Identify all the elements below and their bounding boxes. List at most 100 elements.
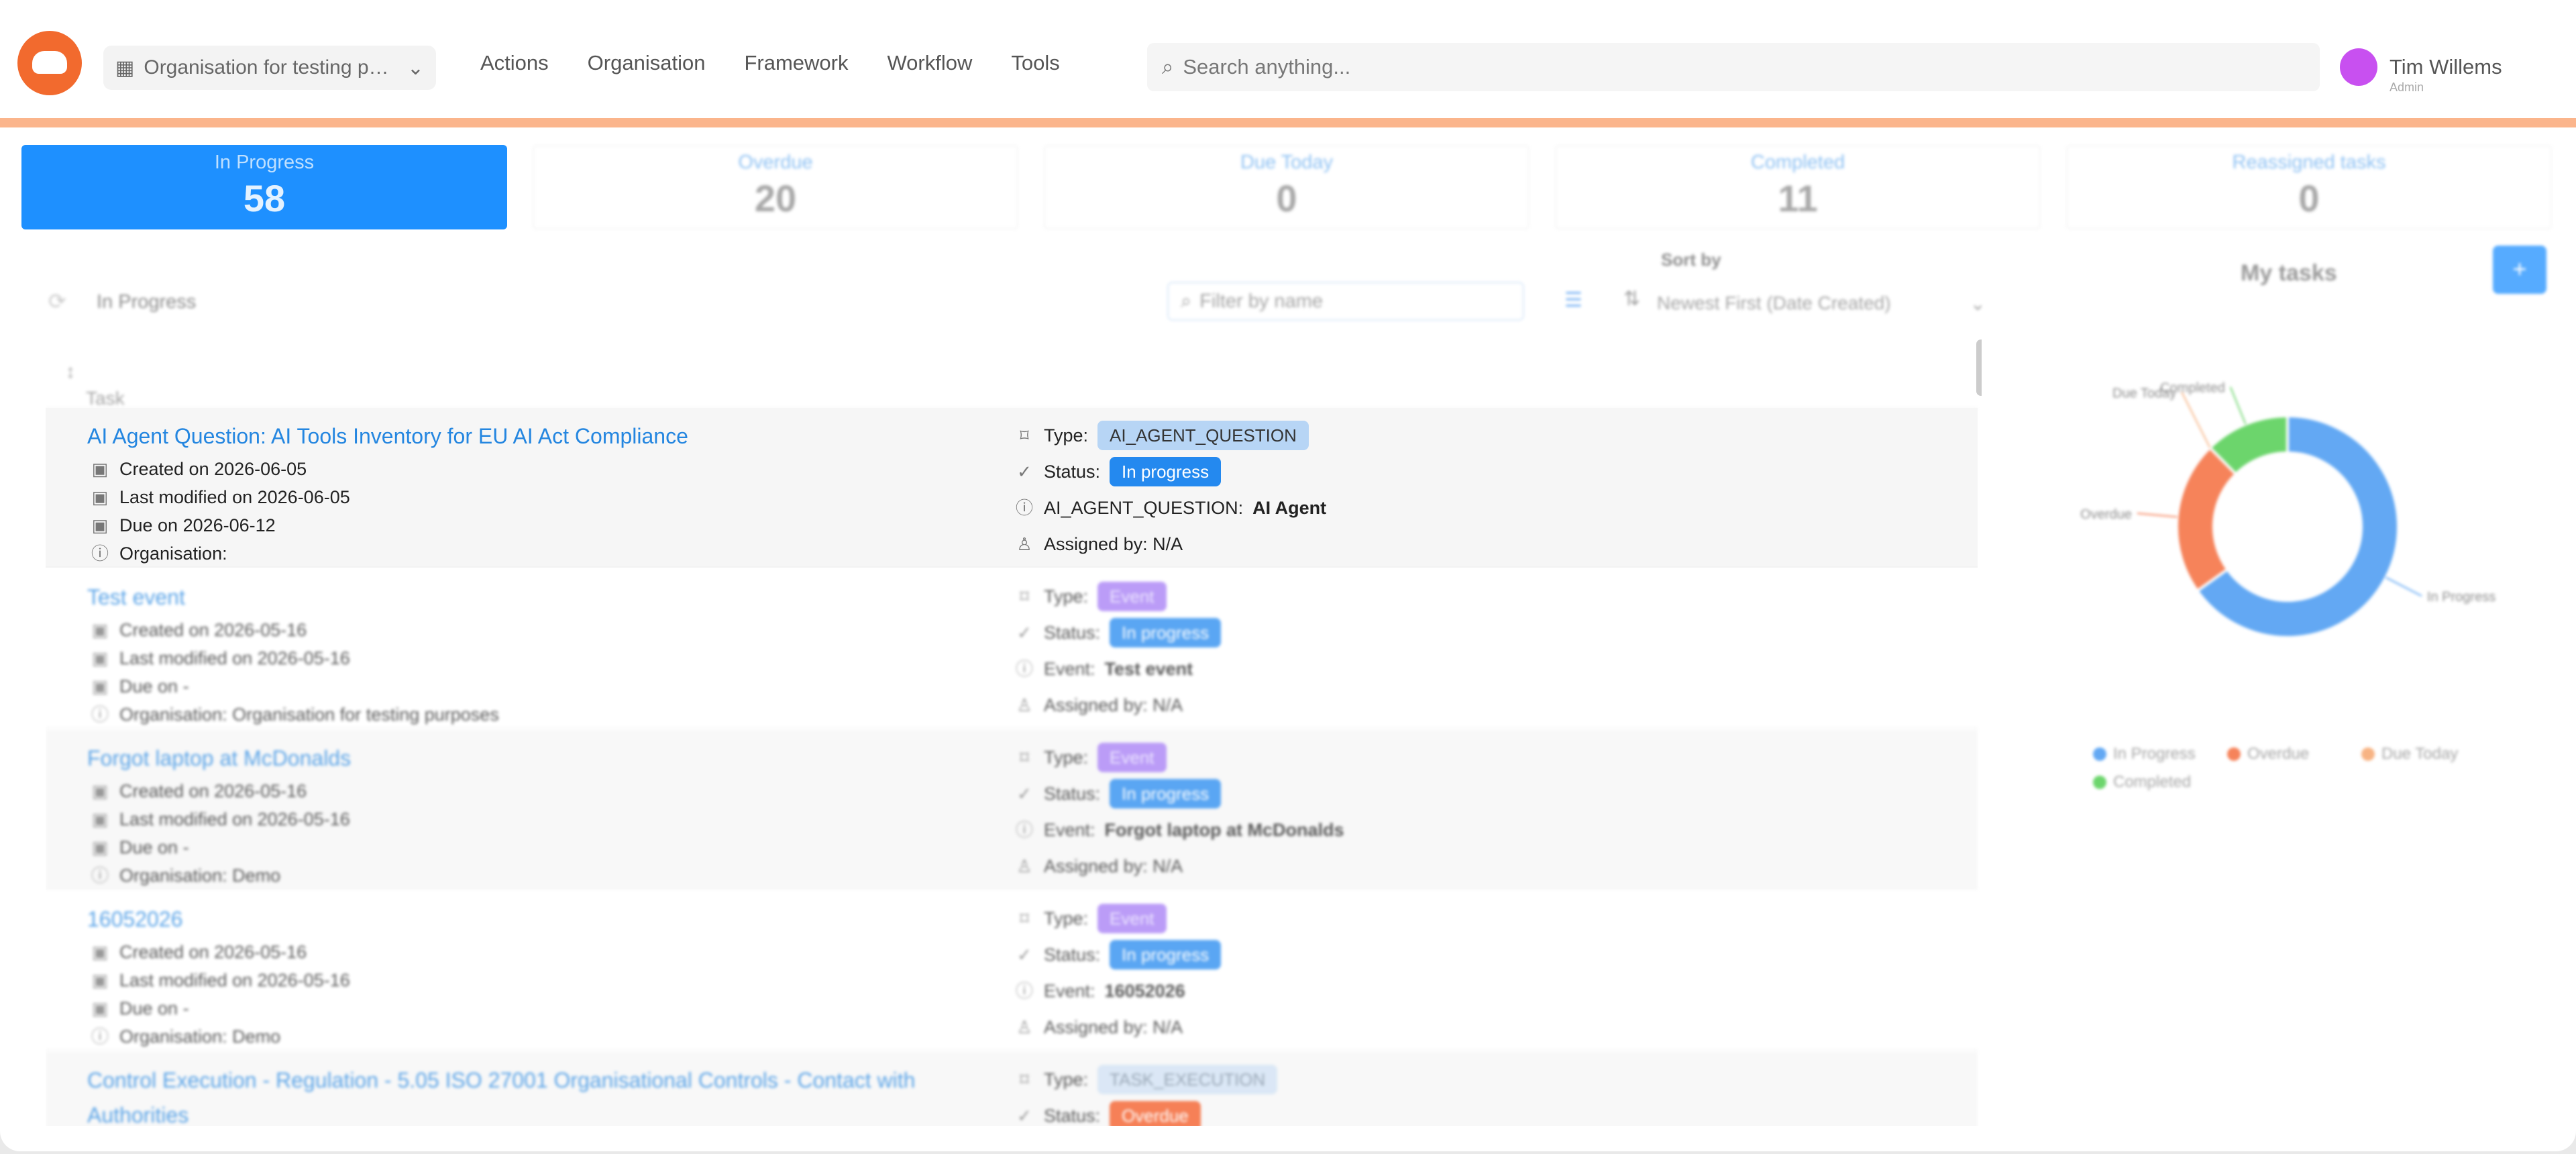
legend-item[interactable]: Completed	[2093, 773, 2227, 792]
legend-item[interactable]: Due Today	[2361, 745, 2496, 764]
type-badge: Event	[1097, 904, 1167, 933]
check-circle-icon: ✓	[1017, 784, 1032, 804]
user-icon: ♙	[1016, 534, 1032, 554]
check-circle-icon: ✓	[1017, 623, 1032, 643]
modified-date: Last modified on 2026-05-16	[119, 970, 350, 990]
stat-completed[interactable]: Completed 11	[1555, 145, 2041, 229]
donut-slice-overdue[interactable]	[2176, 445, 2238, 593]
due-date: Due on 2026-06-12	[119, 515, 276, 535]
info-icon: ⓘ	[91, 1027, 109, 1047]
user-icon: ♙	[1016, 856, 1032, 876]
callout-line	[2385, 576, 2422, 597]
app-logo[interactable]	[17, 31, 82, 95]
created-date: Created on 2026-06-05	[119, 459, 307, 479]
panel-title: My tasks	[2241, 260, 2337, 286]
stat-due-today[interactable]: Due Today 0	[1044, 145, 1529, 229]
calendar-icon: ▣	[91, 459, 109, 479]
avatar[interactable]	[2340, 48, 2377, 86]
user-role: Admin	[2390, 81, 2424, 94]
info-icon: ⓘ	[1015, 498, 1033, 518]
calendar-icon: ▣	[91, 515, 109, 535]
building-icon: ▦	[115, 56, 135, 79]
due-date: Due on -	[119, 676, 189, 696]
stat-label: Reassigned tasks	[2232, 152, 2386, 173]
task-meta: ▣ Created on 2026-06-05 ▣ Last modified on…	[90, 455, 350, 568]
calendar-icon: ▣	[91, 970, 109, 990]
type-label: Type:	[1044, 747, 1089, 768]
table-row[interactable]: AI Agent Question: AI Tools Inventory fo…	[46, 408, 1978, 568]
column-task[interactable]: Task ↕	[66, 361, 125, 409]
stat-reassigned[interactable]: Reassigned tasks 0	[2066, 145, 2552, 229]
extra-value: Forgot laptop at McDonalds	[1104, 820, 1344, 840]
check-circle-icon: ✓	[1017, 462, 1032, 482]
my-tasks-chart: In ProgressOverdueDue TodayCompleted	[2080, 381, 2496, 639]
type-badge: Event	[1097, 743, 1167, 772]
task-title-link[interactable]: Control Execution - Regulation - 5.05 IS…	[87, 1063, 1013, 1126]
bookmark-icon: ⌑	[1020, 747, 1029, 768]
table-row[interactable]: Test event ▣ Created on 2026-05-16 ▣ Last …	[46, 569, 1978, 729]
stat-in-progress[interactable]: In Progress 58	[21, 145, 507, 229]
stat-overdue[interactable]: Overdue 20	[533, 145, 1018, 229]
task-title-link[interactable]: Forgot laptop at McDonalds	[87, 741, 1040, 776]
top-bar: ▦ Organisation for testing purposes ⌄ Ac…	[0, 0, 2576, 127]
calendar-icon: ▣	[91, 809, 109, 829]
filter-input[interactable]: ⌕ Filter by name	[1167, 282, 1524, 321]
extra-value: AI Agent	[1252, 498, 1327, 518]
extra-key: Event:	[1044, 981, 1095, 1001]
task-meta: ▣ Created on 2026-05-16 ▣ Last modified on…	[90, 616, 499, 729]
sort-direction-icon[interactable]: ⇅	[1623, 287, 1640, 311]
refresh-icon[interactable]: ⟳	[48, 288, 66, 314]
nav-actions[interactable]: Actions	[480, 51, 549, 75]
callout-label: Overdue	[2080, 507, 2132, 522]
task-details: ⌑ Type: Event ✓ Status: In progress ⓘ Event: F…	[1014, 739, 1344, 884]
chevron-down-icon: ⌄	[1970, 293, 1986, 314]
task-title-link[interactable]: AI Agent Question: AI Tools Inventory fo…	[87, 419, 1040, 454]
task-title-link[interactable]: 16052026	[87, 902, 1040, 937]
modified-date: Last modified on 2026-06-05	[119, 487, 350, 507]
type-badge: TASK_EXECUTION	[1097, 1065, 1278, 1094]
status-badge: In progress	[1110, 940, 1222, 969]
legend-label: In Progress	[2113, 745, 2196, 763]
organisation-selector[interactable]: ▦ Organisation for testing purposes ⌄	[103, 46, 436, 90]
calendar-icon: ▣	[91, 942, 109, 962]
sort-label: Sort by	[1661, 250, 1721, 270]
extra-key: AI_AGENT_QUESTION:	[1044, 498, 1244, 518]
task-meta: ▣ Created on 2026-05-16 ▣ Last modified on…	[90, 938, 350, 1051]
scrollbar[interactable]	[1976, 339, 1982, 396]
callout-line	[2181, 392, 2211, 448]
nav-framework[interactable]: Framework	[744, 51, 848, 75]
stat-label: In Progress	[214, 152, 315, 173]
table-row[interactable]: Control Execution - Regulation - 5.05 IS…	[46, 1052, 1978, 1126]
legend-item[interactable]: Overdue	[2227, 745, 2361, 764]
legend-label: Completed	[2113, 773, 2192, 791]
table-row[interactable]: 16052026 ▣ Created on 2026-05-16 ▣ Last mo…	[46, 891, 1978, 1051]
stat-label: Overdue	[738, 152, 813, 173]
add-task-button[interactable]: +	[2493, 246, 2546, 294]
task-details: ⌑ Type: Event ✓ Status: In progress ⓘ Event: 1…	[1014, 900, 1222, 1045]
legend-swatch	[2093, 776, 2106, 789]
nav-workflow[interactable]: Workflow	[887, 51, 972, 75]
extra-key: Event:	[1044, 820, 1095, 840]
table-row[interactable]: Forgot laptop at McDonalds ▣ Created on 2…	[46, 730, 1978, 890]
list-view-icon[interactable]: ☰	[1564, 288, 1582, 312]
task-title-link[interactable]: Test event	[87, 580, 1040, 615]
legend-item[interactable]: In Progress	[2093, 745, 2227, 764]
global-search[interactable]: ⌕ Search anything...	[1147, 43, 2320, 91]
status-label: Status:	[1044, 1106, 1101, 1126]
sort-select[interactable]: Newest First (Date Created) ⌄	[1657, 284, 1986, 322]
callout-label: In Progress	[2427, 590, 2496, 605]
status-label: Status:	[1044, 623, 1101, 643]
due-date: Due on -	[119, 837, 189, 857]
user-icon: ♙	[1016, 1017, 1032, 1037]
status-label: Status:	[1044, 462, 1101, 482]
nav-organisation[interactable]: Organisation	[588, 51, 706, 75]
user-name[interactable]: Tim Willems	[2390, 55, 2502, 79]
search-placeholder: Search anything...	[1183, 55, 1351, 78]
legend-swatch	[2361, 747, 2375, 761]
status-badge: Overdue	[1110, 1101, 1201, 1126]
task-meta: ▣ Created on 2026-05-16 ▣ Last modified on…	[90, 777, 350, 890]
user-icon: ♙	[1016, 695, 1032, 715]
nav-tools[interactable]: Tools	[1011, 51, 1059, 75]
legend-swatch	[2227, 747, 2241, 761]
organisation-name: Organisation for testing purposes	[144, 56, 398, 78]
